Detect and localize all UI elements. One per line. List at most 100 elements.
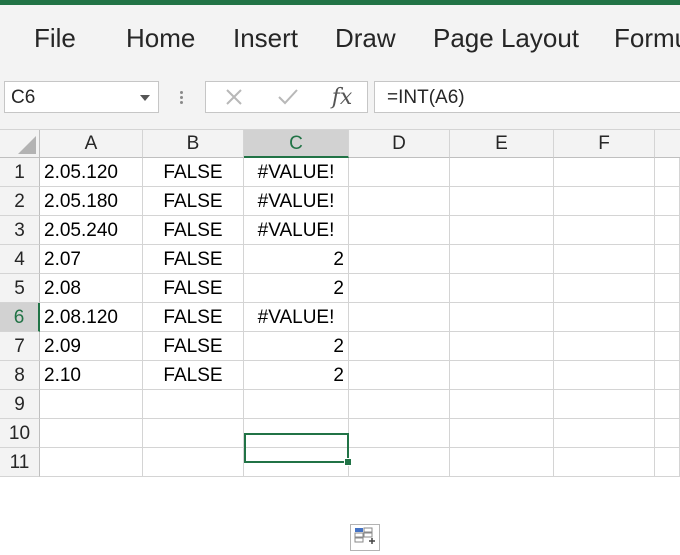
cell-e8[interactable]	[450, 361, 554, 390]
cell-d3[interactable]	[349, 216, 450, 245]
cell-a7[interactable]: 2.09	[40, 332, 143, 361]
cancel-button[interactable]	[214, 82, 254, 112]
cell-b5[interactable]: FALSE	[143, 274, 244, 303]
enter-button[interactable]	[268, 82, 308, 112]
cell-f5[interactable]	[554, 274, 655, 303]
cell-g6[interactable]	[655, 303, 680, 332]
cell-a5[interactable]: 2.08	[40, 274, 143, 303]
cell-a11[interactable]	[40, 448, 143, 477]
cell-a9[interactable]	[40, 390, 143, 419]
name-box[interactable]: C6	[4, 81, 159, 113]
cell-a4[interactable]: 2.07	[40, 245, 143, 274]
cell-f6[interactable]	[554, 303, 655, 332]
tab-formulas[interactable]: Formu	[614, 23, 680, 54]
cell-e2[interactable]	[450, 187, 554, 216]
cell-a6[interactable]: 2.08.120	[40, 303, 143, 332]
row-header-4[interactable]: 4	[0, 245, 40, 274]
cell-e1[interactable]	[450, 158, 554, 187]
row-header-7[interactable]: 7	[0, 332, 40, 361]
cell-d4[interactable]	[349, 245, 450, 274]
row-header-1[interactable]: 1	[0, 158, 40, 187]
cell-c1[interactable]: #VALUE!	[244, 158, 349, 187]
row-header-6[interactable]: 6	[0, 303, 40, 332]
cell-a1[interactable]: 2.05.120	[40, 158, 143, 187]
column-header-b[interactable]: B	[143, 130, 244, 158]
cell-d9[interactable]	[349, 390, 450, 419]
cell-b2[interactable]: FALSE	[143, 187, 244, 216]
column-header-a[interactable]: A	[40, 130, 143, 158]
cell-g8[interactable]	[655, 361, 680, 390]
cell-e9[interactable]	[450, 390, 554, 419]
cell-b10[interactable]	[143, 419, 244, 448]
cell-g5[interactable]	[655, 274, 680, 303]
cell-g9[interactable]	[655, 390, 680, 419]
cell-b6[interactable]: FALSE	[143, 303, 244, 332]
cell-d6[interactable]	[349, 303, 450, 332]
cell-c3[interactable]: #VALUE!	[244, 216, 349, 245]
tab-home[interactable]: Home	[126, 23, 195, 54]
column-header-d[interactable]: D	[349, 130, 450, 158]
tab-insert[interactable]: Insert	[233, 23, 298, 54]
chevron-down-icon[interactable]	[140, 95, 150, 101]
cell-g11[interactable]	[655, 448, 680, 477]
cell-d5[interactable]	[349, 274, 450, 303]
cell-f9[interactable]	[554, 390, 655, 419]
cell-e5[interactable]	[450, 274, 554, 303]
cell-e7[interactable]	[450, 332, 554, 361]
cell-b1[interactable]: FALSE	[143, 158, 244, 187]
row-header-9[interactable]: 9	[0, 390, 40, 419]
row-header-3[interactable]: 3	[0, 216, 40, 245]
column-header-e[interactable]: E	[450, 130, 554, 158]
cell-e6[interactable]	[450, 303, 554, 332]
cell-c6[interactable]: #VALUE!	[244, 303, 349, 332]
cell-e4[interactable]	[450, 245, 554, 274]
cell-g4[interactable]	[655, 245, 680, 274]
cell-b9[interactable]	[143, 390, 244, 419]
cell-b7[interactable]: FALSE	[143, 332, 244, 361]
cell-g2[interactable]	[655, 187, 680, 216]
cell-f2[interactable]	[554, 187, 655, 216]
row-header-2[interactable]: 2	[0, 187, 40, 216]
row-header-8[interactable]: 8	[0, 361, 40, 390]
cell-d11[interactable]	[349, 448, 450, 477]
cell-d10[interactable]	[349, 419, 450, 448]
insert-function-button[interactable]: fx	[322, 82, 362, 112]
cell-b8[interactable]: FALSE	[143, 361, 244, 390]
cell-g7[interactable]	[655, 332, 680, 361]
cell-e3[interactable]	[450, 216, 554, 245]
tab-page-layout[interactable]: Page Layout	[433, 23, 579, 54]
tab-file[interactable]: File	[34, 23, 76, 54]
row-header-11[interactable]: 11	[0, 448, 40, 477]
tab-draw[interactable]: Draw	[335, 23, 396, 54]
cell-f11[interactable]	[554, 448, 655, 477]
cell-e11[interactable]	[450, 448, 554, 477]
cell-e10[interactable]	[450, 419, 554, 448]
column-header-f[interactable]: F	[554, 130, 655, 158]
cell-c4[interactable]: 2	[244, 245, 349, 274]
cell-b4[interactable]: FALSE	[143, 245, 244, 274]
cell-f10[interactable]	[554, 419, 655, 448]
cell-a10[interactable]	[40, 419, 143, 448]
column-header-c[interactable]: C	[244, 130, 349, 158]
cell-f8[interactable]	[554, 361, 655, 390]
cell-f1[interactable]	[554, 158, 655, 187]
cell-d7[interactable]	[349, 332, 450, 361]
cell-g3[interactable]	[655, 216, 680, 245]
cell-c5[interactable]: 2	[244, 274, 349, 303]
cell-b3[interactable]: FALSE	[143, 216, 244, 245]
cell-a2[interactable]: 2.05.180	[40, 187, 143, 216]
cell-f7[interactable]	[554, 332, 655, 361]
cell-a8[interactable]: 2.10	[40, 361, 143, 390]
cell-c7[interactable]: 2	[244, 332, 349, 361]
cell-g1[interactable]	[655, 158, 680, 187]
cell-a3[interactable]: 2.05.240	[40, 216, 143, 245]
quick-analysis-button[interactable]	[350, 524, 380, 551]
cell-f3[interactable]	[554, 216, 655, 245]
cell-d8[interactable]	[349, 361, 450, 390]
row-header-10[interactable]: 10	[0, 419, 40, 448]
cell-f4[interactable]	[554, 245, 655, 274]
cell-d2[interactable]	[349, 187, 450, 216]
cell-g10[interactable]	[655, 419, 680, 448]
row-header-5[interactable]: 5	[0, 274, 40, 303]
cell-d1[interactable]	[349, 158, 450, 187]
